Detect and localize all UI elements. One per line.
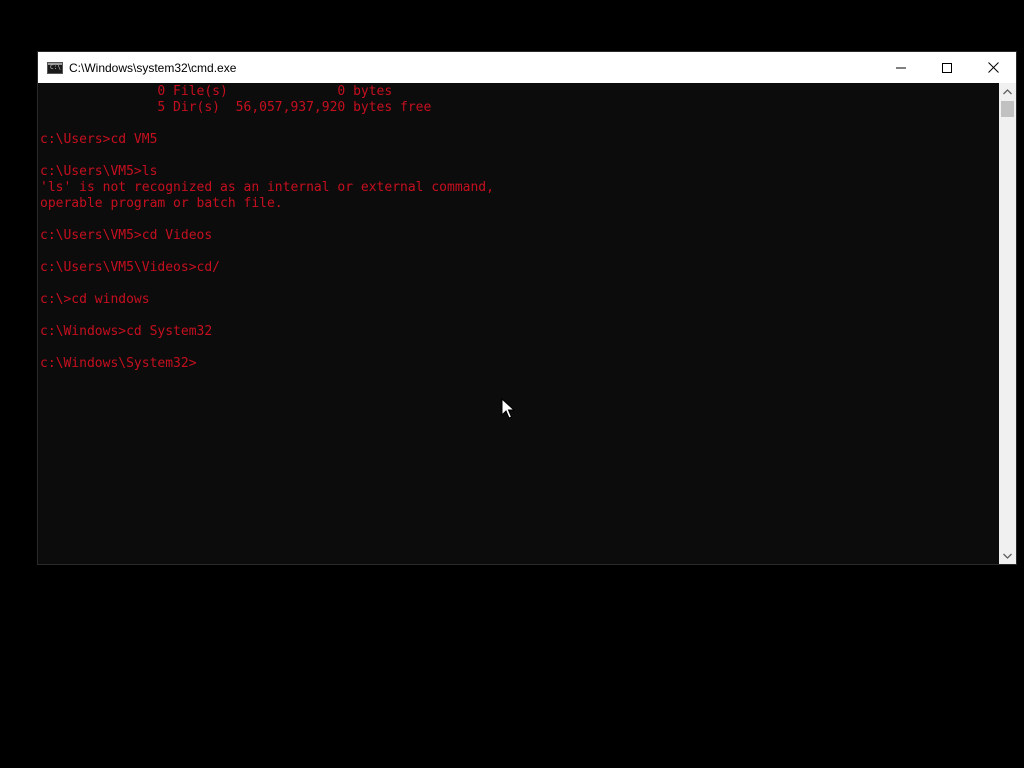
console-line: c:\Windows\System32> bbox=[40, 356, 197, 371]
maximize-button[interactable] bbox=[924, 52, 970, 83]
caption-buttons bbox=[878, 52, 1016, 83]
vertical-scrollbar[interactable] bbox=[999, 83, 1016, 564]
console-output[interactable]: 0 File(s) 0 bytes 5 Dir(s) 56,057,937,92… bbox=[38, 83, 999, 564]
scroll-thumb[interactable] bbox=[1001, 101, 1014, 117]
scroll-down-button[interactable] bbox=[999, 547, 1016, 564]
minimize-icon bbox=[896, 67, 906, 68]
close-button[interactable] bbox=[970, 52, 1016, 83]
maximize-icon bbox=[942, 62, 952, 73]
console-line: 'ls' is not recognized as an internal or… bbox=[40, 180, 494, 195]
cmd-icon-label: C:\ bbox=[50, 63, 61, 71]
console-line: 0 File(s) 0 bytes bbox=[40, 84, 393, 99]
close-icon bbox=[987, 62, 999, 73]
console-line: c:\Users\VM5\Videos>cd/ bbox=[40, 260, 221, 275]
console-line: 5 Dir(s) 56,057,937,920 bytes free bbox=[40, 100, 432, 115]
console-line: c:\Windows>cd System32 bbox=[40, 324, 213, 339]
chevron-up-icon bbox=[1003, 88, 1012, 94]
window-title: C:\Windows\system32\cmd.exe bbox=[69, 60, 237, 75]
console-line: c:\>cd windows bbox=[40, 292, 150, 307]
cmd-window[interactable]: C:\ C:\Windows\system32\cmd.exe 0 File(s… bbox=[38, 52, 1016, 564]
console-lines: 0 File(s) 0 bytes 5 Dir(s) 56,057,937,92… bbox=[40, 84, 494, 372]
mouse-pointer-icon bbox=[501, 398, 515, 419]
console-line: c:\Users>cd VM5 bbox=[40, 132, 158, 147]
scroll-up-button[interactable] bbox=[999, 83, 1016, 100]
console-line: operable program or batch file. bbox=[40, 196, 283, 211]
console-line: c:\Users\VM5>cd Videos bbox=[40, 228, 213, 243]
console-line: c:\Users\VM5>ls bbox=[40, 164, 158, 179]
minimize-button[interactable] bbox=[878, 52, 924, 83]
cmd-icon[interactable]: C:\ bbox=[47, 61, 63, 74]
desktop: C:\ C:\Windows\system32\cmd.exe 0 File(s… bbox=[0, 0, 1024, 768]
chevron-down-icon bbox=[1003, 553, 1012, 559]
title-bar[interactable]: C:\ C:\Windows\system32\cmd.exe bbox=[38, 52, 1016, 83]
